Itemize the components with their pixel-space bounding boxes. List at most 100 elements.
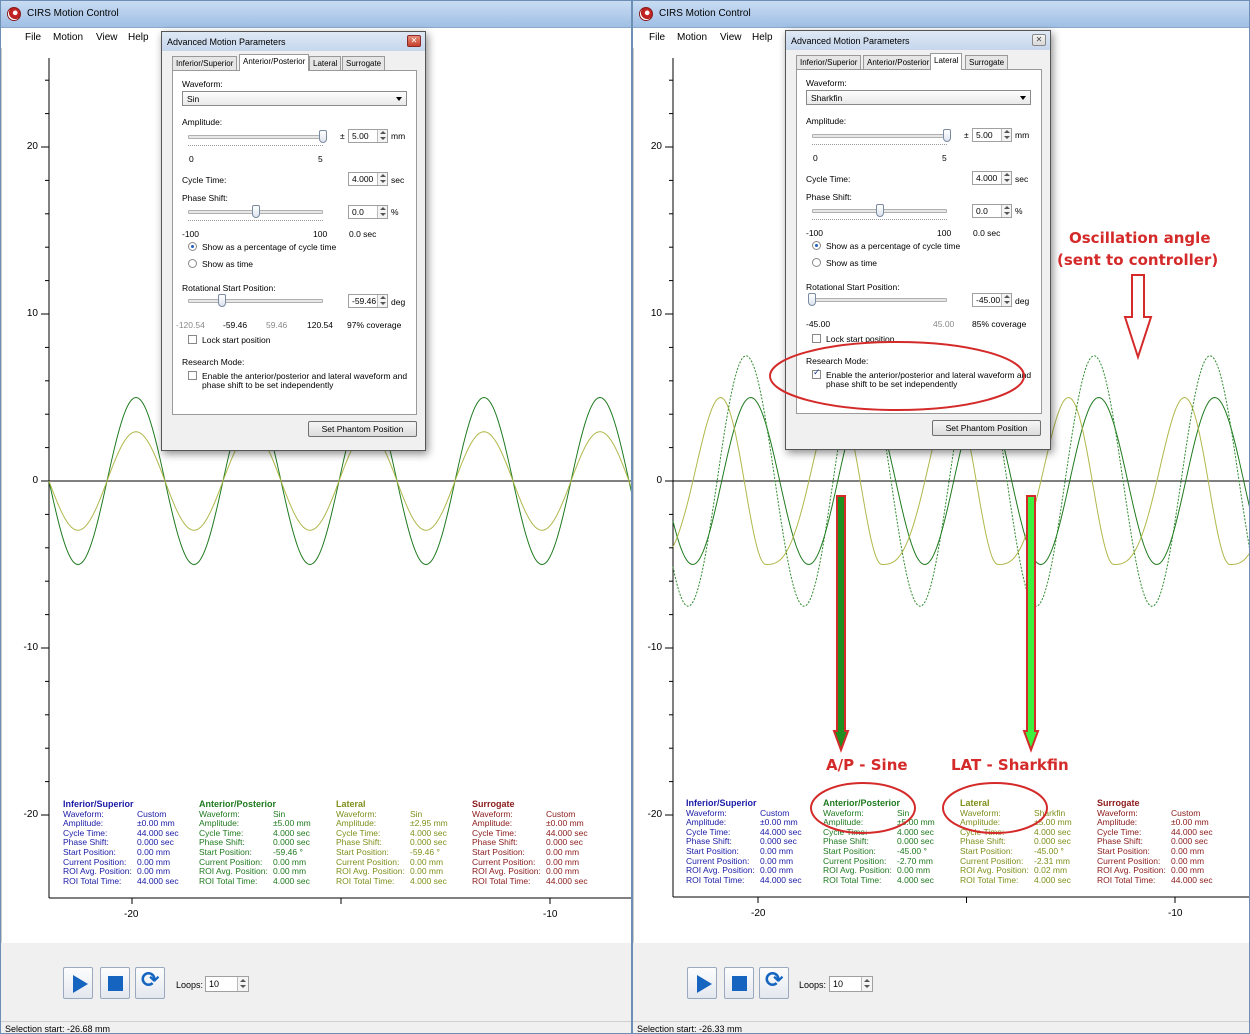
menu-help[interactable]: Help: [752, 32, 773, 43]
spin-arrows-icon[interactable]: [1001, 205, 1011, 217]
menu-view[interactable]: View: [96, 32, 118, 43]
tab-inferior-superior[interactable]: Inferior/Superior: [796, 55, 862, 69]
amplitude-input[interactable]: 5.00: [972, 128, 1012, 142]
cycle-time-unit: sec: [391, 175, 405, 185]
phase-shift-slider-thumb[interactable]: [251, 205, 260, 218]
amplitude-label: Amplitude:: [182, 117, 223, 127]
plus-minus-label: ±: [340, 131, 345, 141]
cycle-time-input[interactable]: 4.000: [348, 172, 388, 186]
repeat-button[interactable]: [135, 967, 165, 999]
play-button[interactable]: [63, 967, 93, 999]
info-lateral: Lateral Waveform: Amplitude: Cycle Time: Ph…: [960, 798, 1072, 885]
amplitude-slider[interactable]: [188, 135, 323, 139]
annotation-oscillation-title: Oscillation angle: [1069, 229, 1211, 247]
y-tick-label: 20: [650, 141, 662, 152]
tab-panel: Waveform: Sin Amplitude: 0 5 ± 5.00 mm C…: [172, 70, 417, 415]
amplitude-slider-thumb[interactable]: [319, 130, 327, 143]
repeat-button[interactable]: [759, 967, 789, 999]
spin-arrows-icon[interactable]: [377, 295, 387, 307]
rotational-start-input[interactable]: -45.00: [972, 293, 1012, 307]
info-anterior-posterior: Anterior/Posterior Waveform: Amplitude: Cy…: [823, 798, 935, 885]
x-tick-label: -20: [124, 909, 139, 920]
spin-arrows-icon[interactable]: [377, 130, 387, 142]
research-mode-checkbox[interactable]: [188, 371, 197, 380]
rotational-start-slider-thumb[interactable]: [218, 294, 227, 307]
play-button[interactable]: [687, 967, 717, 999]
rotational-start-slider-thumb[interactable]: [808, 293, 816, 306]
amp-max-label: 5: [942, 153, 947, 163]
amp-min-label: 0: [189, 154, 194, 164]
slider-ticks: [812, 219, 947, 222]
tab-lateral[interactable]: Lateral: [309, 56, 342, 70]
spin-arrows-icon[interactable]: [861, 977, 872, 991]
spin-arrows-icon[interactable]: [377, 206, 387, 218]
set-phantom-position-button[interactable]: Set Phantom Position: [308, 421, 417, 437]
rotational-start-slider[interactable]: [188, 299, 323, 303]
rotational-start-value: -59.46: [352, 296, 377, 306]
coverage-label: 97% coverage: [347, 320, 402, 330]
waveform-label: Waveform:: [182, 79, 223, 89]
coverage-label: 85% coverage: [972, 319, 1027, 329]
time-radio[interactable]: [812, 258, 821, 267]
amplitude-slider[interactable]: [812, 134, 947, 138]
percent-radio[interactable]: [188, 242, 197, 251]
loops-stepper[interactable]: 10: [205, 976, 249, 992]
tab-anterior-posterior[interactable]: Anterior/Posterior: [239, 54, 310, 71]
menu-motion[interactable]: Motion: [677, 32, 707, 43]
close-icon[interactable]: ✕: [1032, 34, 1046, 46]
info-label: ROI Total Time:: [336, 875, 395, 886]
time-radio[interactable]: [188, 259, 197, 268]
app-logo-icon: [7, 7, 21, 21]
loops-label: Loops:: [176, 980, 204, 990]
phase-shift-input[interactable]: 0.0: [972, 204, 1012, 218]
time-radio-label: Show as time: [202, 259, 254, 269]
right-app-window: CIRS Motion Control File Motion View Hel…: [632, 0, 1250, 1034]
info-label: ROI Total Time:: [686, 874, 745, 885]
y-tick-label: 10: [650, 308, 662, 319]
tab-surrogate[interactable]: Surrogate: [342, 56, 386, 70]
percent-radio[interactable]: [812, 241, 821, 250]
loops-stepper[interactable]: 10: [829, 976, 873, 992]
lock-start-label: Lock start position: [202, 335, 271, 345]
tab-lateral[interactable]: Lateral: [930, 53, 963, 70]
amplitude-slider-thumb[interactable]: [943, 129, 951, 142]
spin-arrows-icon[interactable]: [1001, 129, 1011, 141]
tab-surrogate[interactable]: Surrogate: [965, 55, 1009, 69]
phase-shift-slider-thumb[interactable]: [875, 204, 884, 217]
rot-range-max: 45.00: [933, 319, 955, 329]
spin-arrows-icon[interactable]: [1001, 172, 1011, 184]
x-tick-label: -20: [751, 908, 766, 919]
spin-arrows-icon[interactable]: [237, 977, 248, 991]
menu-view[interactable]: View: [720, 32, 742, 43]
lock-start-checkbox[interactable]: [188, 335, 197, 344]
amplitude-input[interactable]: 5.00: [348, 129, 388, 143]
loops-value: 10: [209, 979, 220, 989]
tab-inferior-superior[interactable]: Inferior/Superior: [172, 56, 238, 70]
rotational-start-input[interactable]: -59.46: [348, 294, 388, 308]
rotational-start-slider[interactable]: [812, 298, 947, 302]
menu-file[interactable]: File: [25, 32, 41, 43]
close-icon[interactable]: ✕: [407, 35, 421, 47]
tab-anterior-posterior[interactable]: Anterior/Posterior: [863, 55, 934, 69]
stop-button[interactable]: [724, 967, 754, 999]
menu-motion[interactable]: Motion: [53, 32, 83, 43]
research-mode-text: phase shift to be set independently: [826, 379, 958, 389]
info-value: 44.000 sec: [546, 875, 588, 886]
info-label: ROI Total Time:: [199, 875, 258, 886]
waveform-select[interactable]: Sin: [182, 91, 407, 106]
lock-start-label: Lock start position: [826, 334, 895, 344]
phase-shift-input[interactable]: 0.0: [348, 205, 388, 219]
lock-start-checkbox[interactable]: [812, 334, 821, 343]
set-phantom-position-button[interactable]: Set Phantom Position: [932, 420, 1041, 436]
menu-file[interactable]: File: [649, 32, 665, 43]
research-mode-checkbox[interactable]: [812, 368, 821, 379]
spin-arrows-icon[interactable]: [1001, 294, 1011, 306]
info-anterior-posterior: Anterior/Posterior Waveform: Amplitude: Cy…: [199, 799, 311, 886]
cycle-time-input[interactable]: 4.000: [972, 171, 1012, 185]
phase-shift-unit: %: [391, 207, 399, 217]
waveform-select[interactable]: Sharkfin: [806, 90, 1031, 105]
spin-arrows-icon[interactable]: [377, 173, 387, 185]
phase-seconds-label: 0.0 sec: [973, 228, 1001, 238]
stop-button[interactable]: [100, 967, 130, 999]
menu-help[interactable]: Help: [128, 32, 149, 43]
